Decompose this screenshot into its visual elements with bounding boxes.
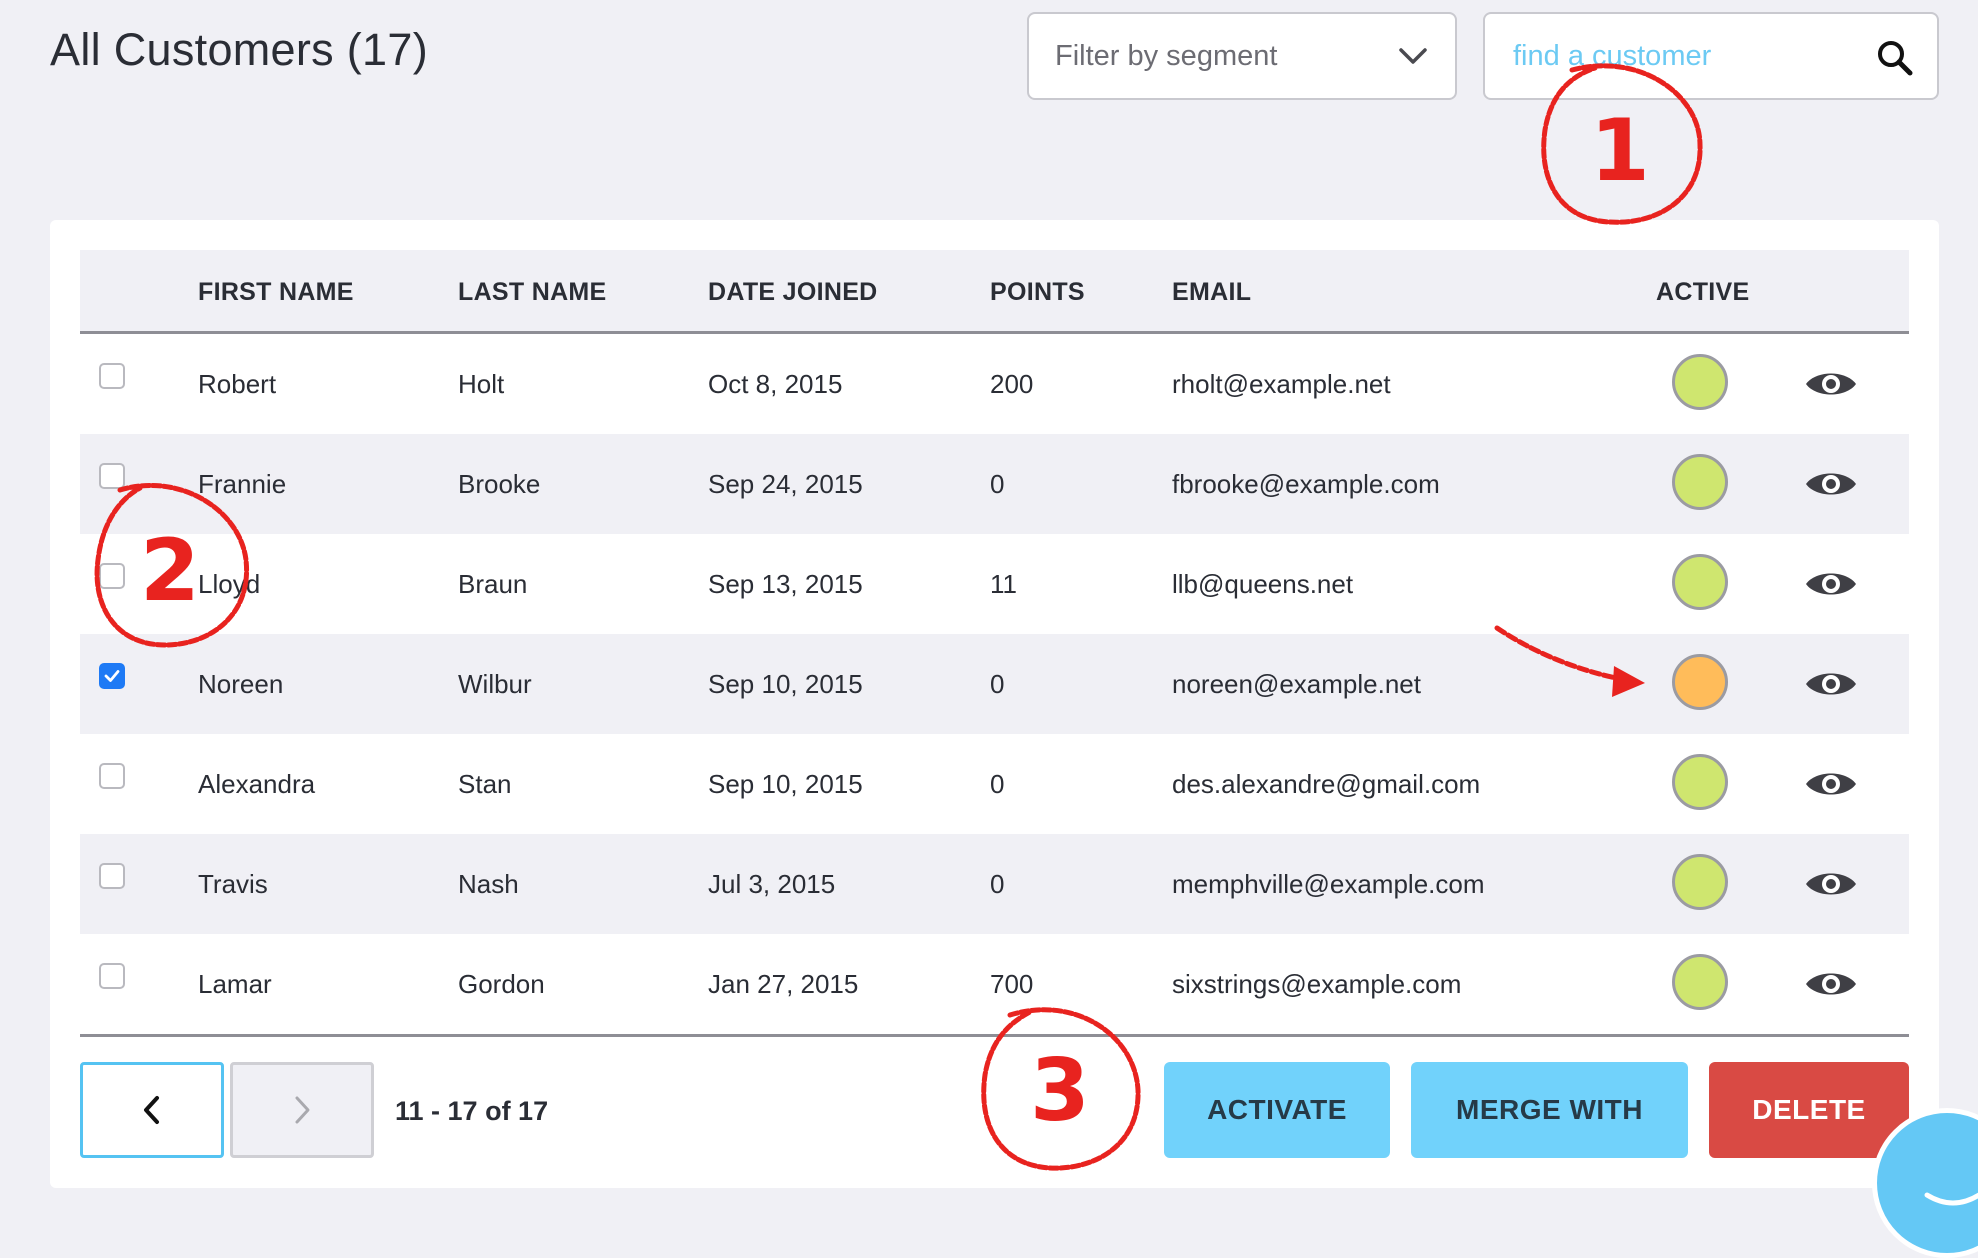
chevron-down-icon (1399, 48, 1427, 64)
table-body: Robert Holt Oct 8, 2015 200 rholt@example.ne… (80, 334, 1909, 1034)
column-header-email[interactable]: EMAIL (1172, 278, 1251, 307)
column-header-last-name[interactable]: LAST NAME (458, 278, 607, 307)
cell-date-joined: Sep 24, 2015 (708, 469, 863, 499)
active-status-indicator[interactable] (1672, 354, 1728, 410)
cell-first-name: Alexandra (198, 769, 316, 799)
active-status-indicator[interactable] (1672, 454, 1728, 510)
row-select-checkbox[interactable] (99, 363, 125, 389)
cell-first-name: Frannie (198, 469, 287, 499)
chevron-right-icon (295, 1096, 310, 1124)
cell-points: 200 (990, 369, 1034, 399)
cell-date-joined: Sep 10, 2015 (708, 769, 863, 799)
view-eye-icon[interactable] (1804, 768, 1858, 800)
cell-points: 0 (990, 469, 1005, 499)
cell-points: 0 (990, 669, 1005, 699)
cell-first-name: Robert (198, 369, 277, 399)
view-eye-icon[interactable] (1804, 468, 1858, 500)
cell-date-joined: Jan 27, 2015 (708, 969, 859, 999)
cell-email: sixstrings@example.com (1172, 969, 1462, 999)
column-header-active[interactable]: ACTIVE (1656, 278, 1749, 307)
row-select-checkbox[interactable] (99, 663, 125, 689)
table-row[interactable]: Alexandra Stan Sep 10, 2015 0 des.alexandre@… (80, 734, 1909, 834)
cell-email: llb@queens.net (1172, 569, 1354, 599)
table-row[interactable]: Noreen Wilbur Sep 10, 2015 0 noreen@example.… (80, 634, 1909, 734)
activate-button[interactable]: ACTIVATE (1164, 1062, 1390, 1158)
table-header: FIRST NAME LAST NAME DATE JOINED POINTS … (80, 250, 1909, 334)
annotation-label-1: 1 (1590, 101, 1650, 201)
cell-last-name: Braun (458, 569, 528, 599)
cell-email: memphville@example.com (1172, 869, 1485, 899)
cell-first-name: Lloyd (198, 569, 261, 599)
delete-button[interactable]: DELETE (1709, 1062, 1909, 1158)
cell-points: 0 (990, 869, 1005, 899)
next-page-button[interactable] (230, 1062, 374, 1158)
cell-email: des.alexandre@gmail.com (1172, 769, 1481, 799)
customer-search-input[interactable] (1511, 38, 1875, 74)
active-status-indicator[interactable] (1672, 554, 1728, 610)
table-footer-divider (80, 1034, 1909, 1037)
cell-date-joined: Oct 8, 2015 (708, 369, 843, 399)
cell-email: rholt@example.net (1172, 369, 1391, 399)
table-row[interactable]: Lamar Gordon Jan 27, 2015 700 sixstrings@exa… (80, 934, 1909, 1034)
active-status-indicator[interactable] (1672, 854, 1728, 910)
view-eye-icon[interactable] (1804, 368, 1858, 400)
view-eye-icon[interactable] (1804, 968, 1858, 1000)
cell-first-name: Lamar (198, 969, 272, 999)
cell-points: 11 (990, 569, 1017, 599)
row-select-checkbox[interactable] (99, 563, 125, 589)
cell-first-name: Travis (198, 869, 268, 899)
table-row[interactable]: Travis Nash Jul 3, 2015 0 memphville@example… (80, 834, 1909, 934)
cell-email: noreen@example.net (1172, 669, 1421, 699)
chat-bubble-icon (1924, 1192, 1978, 1206)
cell-last-name: Stan (458, 769, 512, 799)
merge-with-button[interactable]: MERGE WITH (1411, 1062, 1688, 1158)
cell-last-name: Gordon (458, 969, 545, 999)
column-header-date-joined[interactable]: DATE JOINED (708, 278, 878, 307)
table-row[interactable]: Lloyd Braun Sep 13, 2015 11 llb@queens.net (80, 534, 1909, 634)
column-header-points[interactable]: POINTS (990, 278, 1085, 307)
search-icon[interactable] (1875, 38, 1915, 78)
view-eye-icon[interactable] (1804, 568, 1858, 600)
table-row[interactable]: Robert Holt Oct 8, 2015 200 rholt@example.ne… (80, 334, 1909, 434)
cell-last-name: Holt (458, 369, 505, 399)
cell-date-joined: Sep 10, 2015 (708, 669, 863, 699)
cell-date-joined: Jul 3, 2015 (708, 869, 836, 899)
view-eye-icon[interactable] (1804, 668, 1858, 700)
segment-filter-select[interactable]: Filter by segment (1027, 12, 1457, 100)
customers-table: FIRST NAME LAST NAME DATE JOINED POINTS … (80, 250, 1909, 1037)
page-title: All Customers (17) (50, 24, 428, 75)
row-select-checkbox[interactable] (99, 863, 125, 889)
previous-page-button[interactable] (80, 1062, 224, 1158)
table-row[interactable]: Frannie Brooke Sep 24, 2015 0 fbrooke@exampl… (80, 434, 1909, 534)
segment-filter-placeholder: Filter by segment (1055, 39, 1278, 72)
cell-points: 700 (990, 969, 1034, 999)
customers-card: FIRST NAME LAST NAME DATE JOINED POINTS … (50, 220, 1939, 1188)
view-eye-icon[interactable] (1804, 868, 1858, 900)
customer-search-box[interactable] (1483, 12, 1939, 100)
cell-first-name: Noreen (198, 669, 284, 699)
row-select-checkbox[interactable] (99, 963, 125, 989)
cell-email: fbrooke@example.com (1172, 469, 1440, 499)
active-status-indicator[interactable] (1672, 654, 1728, 710)
pagination-range: 11 - 17 of 17 (395, 1096, 549, 1126)
cell-last-name: Brooke (458, 469, 541, 499)
row-select-checkbox[interactable] (99, 463, 125, 489)
checkmark-icon (104, 670, 120, 682)
cell-last-name: Wilbur (458, 669, 532, 699)
cell-last-name: Nash (458, 869, 519, 899)
row-select-checkbox[interactable] (99, 763, 125, 789)
cell-date-joined: Sep 13, 2015 (708, 569, 863, 599)
chevron-left-icon (144, 1096, 159, 1124)
cell-points: 0 (990, 769, 1005, 799)
active-status-indicator[interactable] (1672, 954, 1728, 1010)
active-status-indicator[interactable] (1672, 754, 1728, 810)
column-header-first-name[interactable]: FIRST NAME (198, 278, 354, 307)
